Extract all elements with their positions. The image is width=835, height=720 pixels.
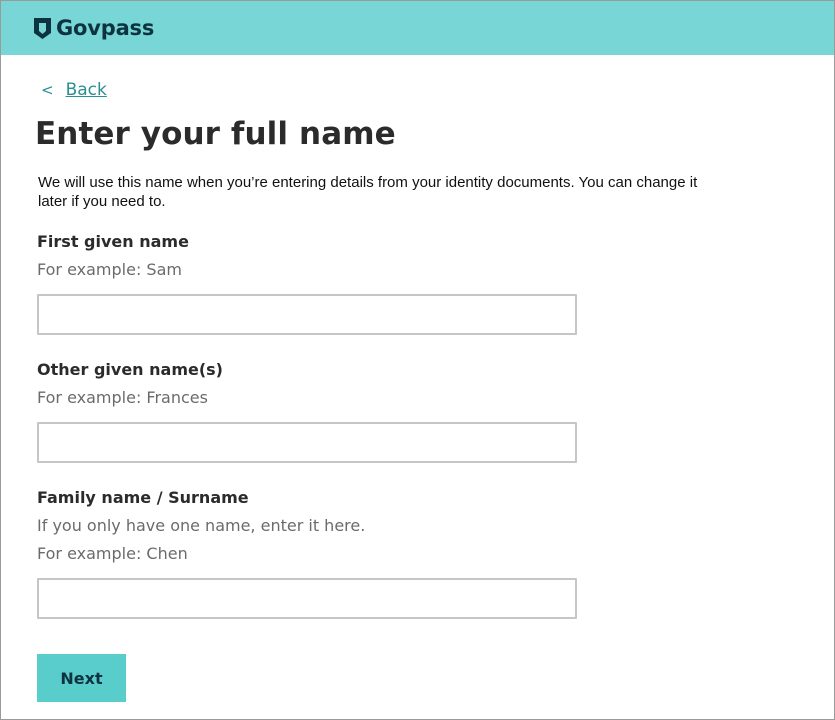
other-given-names-input[interactable] bbox=[37, 422, 577, 463]
other-given-names-label: Other given name(s) bbox=[37, 360, 223, 379]
chevron-left-icon: < bbox=[41, 81, 54, 99]
brand-logo[interactable]: Govpass bbox=[34, 15, 154, 41]
intro-text: We will use this name when you’re enteri… bbox=[38, 174, 698, 210]
page-frame: Govpass < Back Enter your full name We w… bbox=[0, 0, 835, 720]
next-button[interactable]: Next bbox=[37, 654, 126, 702]
other-given-names-hint: For example: Frances bbox=[37, 388, 208, 407]
brand-name: Govpass bbox=[56, 16, 155, 40]
family-name-note: If you only have one name, enter it here… bbox=[37, 516, 366, 535]
family-name-hint: For example: Chen bbox=[37, 544, 188, 563]
site-header: Govpass bbox=[1, 1, 834, 55]
first-given-name-input[interactable] bbox=[37, 294, 577, 335]
family-name-label: Family name / Surname bbox=[37, 488, 249, 507]
back-link[interactable]: Back bbox=[66, 80, 107, 100]
page-title: Enter your full name bbox=[35, 116, 396, 152]
family-name-input[interactable] bbox=[37, 578, 577, 619]
shield-icon bbox=[34, 17, 51, 39]
first-given-name-label: First given name bbox=[37, 232, 189, 251]
first-given-name-hint: For example: Sam bbox=[37, 260, 182, 279]
back-nav: < Back bbox=[41, 80, 107, 100]
